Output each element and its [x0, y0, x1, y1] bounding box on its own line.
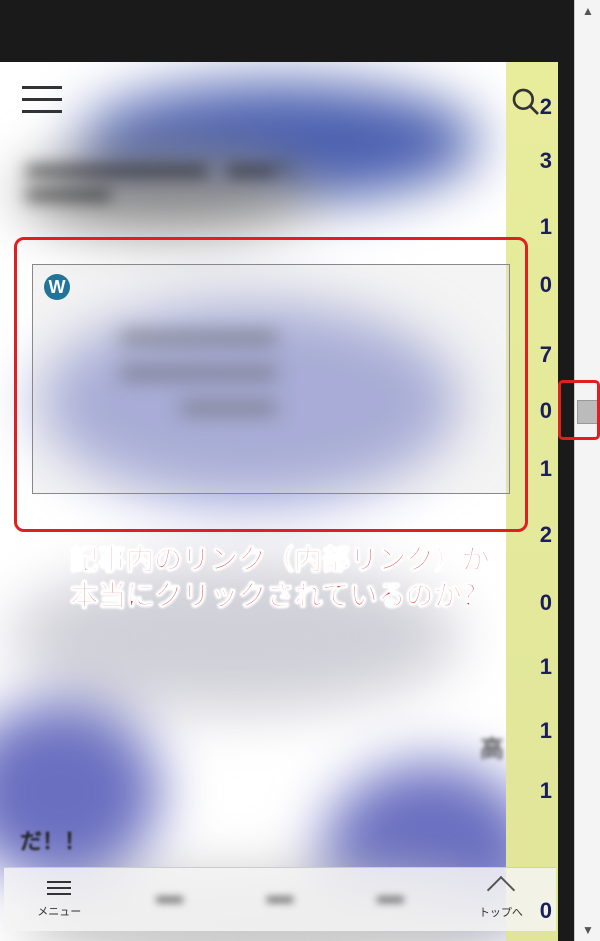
bottom-nav-item[interactable]: ■■■■: [114, 894, 224, 906]
chevron-up-icon: [487, 875, 515, 903]
highlighted-link-card-inner[interactable]: [32, 264, 510, 494]
click-count: 3: [540, 148, 552, 174]
click-count: 1: [540, 718, 552, 744]
search-icon[interactable]: [510, 86, 542, 118]
blur-text: ■■■■■■■: [26, 184, 111, 207]
bottom-toolbar: メニュー ■■■■ ■■■■ ■■■■ トップへ: [4, 867, 556, 931]
phone-frame: ■■■■■■■■■■■■■■■ ■■■■て、 ■■■■■■■ ■■■■■■■■■…: [0, 0, 558, 941]
click-count: 7: [540, 342, 552, 368]
scroll-down-arrow[interactable]: [575, 919, 600, 941]
window-top-bar: [0, 0, 558, 62]
bottom-nav-item[interactable]: ■■■■: [225, 894, 335, 906]
click-count: 2: [540, 522, 552, 548]
annotation-caption: 記事内のリンク（内部リンク）が 本当にクリックされているのか？: [30, 542, 530, 615]
click-count: 1: [540, 456, 552, 482]
blur-text: 高: [480, 729, 504, 764]
click-count: 1: [540, 778, 552, 804]
page-header: [18, 80, 558, 130]
bottom-nav-item[interactable]: ■■■■: [335, 894, 445, 906]
browser-scrollbar[interactable]: [574, 0, 600, 941]
click-count: 1: [540, 214, 552, 240]
bottom-menu-button[interactable]: メニュー: [4, 881, 114, 919]
click-count: 2: [540, 94, 552, 120]
blur-text: ■■■■■■■■■■■■■■■ ■■■■て、: [26, 154, 315, 183]
bottom-menu-label: メニュー: [37, 903, 81, 919]
wordpress-icon: W: [44, 274, 70, 300]
click-count: 0: [540, 272, 552, 298]
bottom-top-label: トップへ: [479, 907, 523, 919]
annotation-line2: 本当にクリックされているのか？: [70, 580, 489, 611]
click-count: 0: [540, 590, 552, 616]
text-fragment: だ！！: [20, 824, 86, 856]
click-count: 0: [540, 398, 552, 424]
annotation-line1: 記事内のリンク（内部リンク）が: [70, 544, 490, 575]
content-area: ■■■■■■■■■■■■■■■ ■■■■て、 ■■■■■■■ ■■■■■■■■■…: [0, 62, 558, 941]
click-count: 0: [540, 898, 552, 924]
hamburger-menu-button[interactable]: [22, 86, 64, 118]
click-count: 1: [540, 654, 552, 680]
scroll-position-highlight: [558, 380, 600, 440]
scroll-up-arrow[interactable]: [575, 0, 600, 22]
